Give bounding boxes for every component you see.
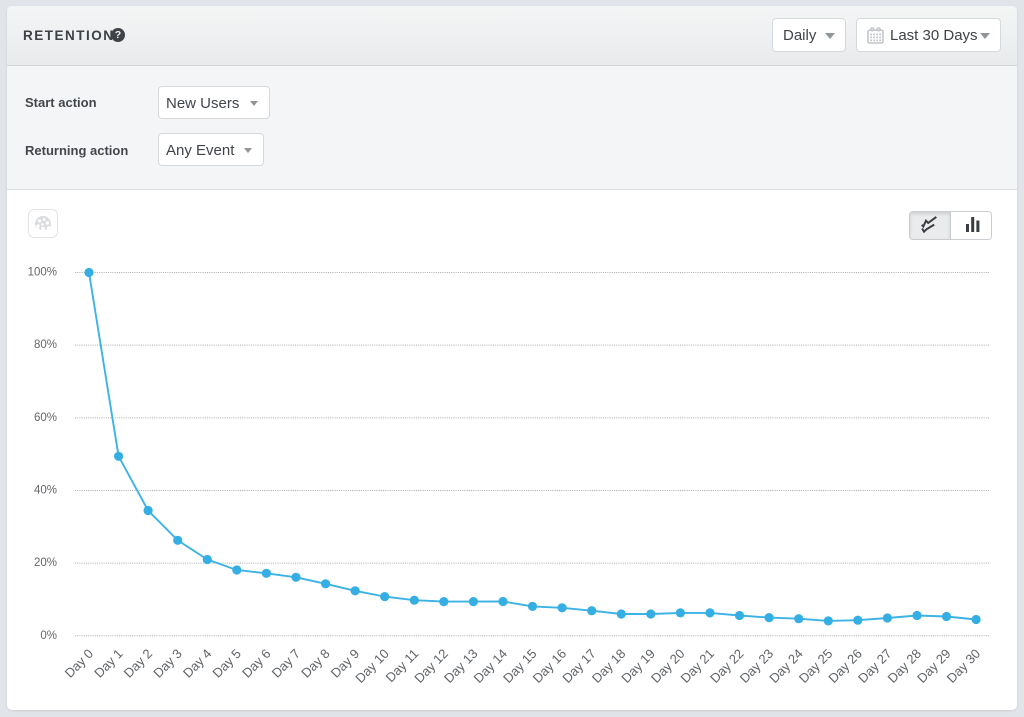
svg-text:Day 4: Day 4 <box>180 646 215 681</box>
svg-text:20%: 20% <box>34 557 57 569</box>
svg-text:80%: 80% <box>34 339 57 351</box>
svg-text:Day 3: Day 3 <box>150 646 185 681</box>
svg-text:Day 5: Day 5 <box>209 646 244 681</box>
svg-text:Day 7: Day 7 <box>269 646 304 681</box>
svg-text:100%: 100% <box>28 267 57 279</box>
svg-text:Day 0: Day 0 <box>62 646 97 681</box>
svg-text:Day 6: Day 6 <box>239 646 274 681</box>
svg-text:Day 10: Day 10 <box>352 646 392 686</box>
svg-text:0%: 0% <box>40 630 57 642</box>
svg-text:Day 1: Day 1 <box>91 646 126 681</box>
svg-text:Day 8: Day 8 <box>298 646 333 681</box>
svg-text:40%: 40% <box>34 484 57 496</box>
svg-text:60%: 60% <box>34 412 57 424</box>
svg-text:Day 30: Day 30 <box>944 646 984 686</box>
svg-text:Day 2: Day 2 <box>121 646 156 681</box>
